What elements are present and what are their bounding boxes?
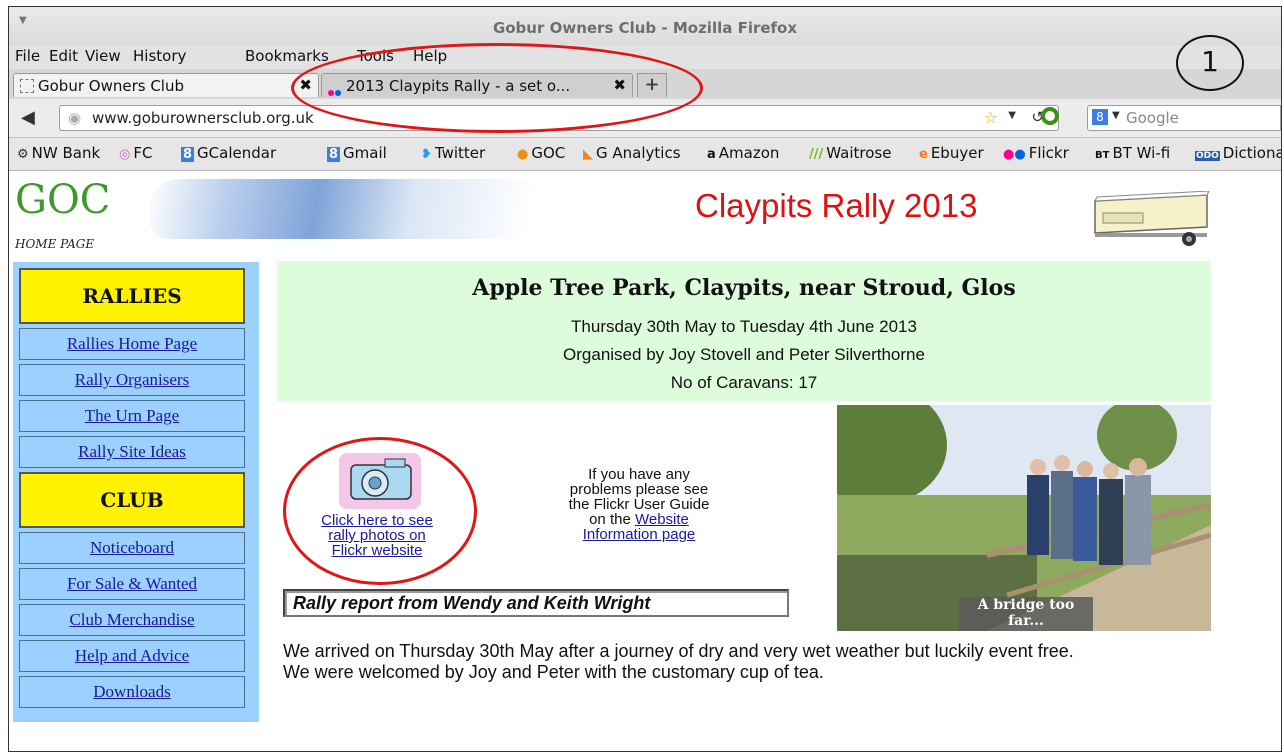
logo-text: GOC (15, 177, 111, 223)
sidebar-link-club-merchandise[interactable]: Club Merchandise (19, 604, 245, 636)
menu-edit[interactable]: Edit (49, 47, 78, 65)
tab-gobur-owners-club[interactable]: Gobur Owners Club ✖ (13, 73, 319, 97)
report-title: Rally report from Wendy and Keith Wright (283, 589, 789, 617)
information-page-link[interactable]: Information page (583, 526, 696, 543)
fc-icon: ◎ (119, 147, 131, 162)
logo-subtitle: HOME PAGE (15, 237, 95, 251)
bookmark-waitrose[interactable]: ///Waitrose (809, 144, 891, 162)
menu-tools[interactable]: Tools (357, 47, 394, 65)
bookmark-star-icon[interactable]: ☆ (984, 108, 998, 127)
sidebar-link-downloads[interactable]: Downloads (19, 676, 245, 708)
google-icon: 8 (181, 147, 195, 162)
menu-history[interactable]: History (133, 47, 186, 65)
menu-bookmarks[interactable]: Bookmarks (245, 47, 329, 65)
rally-organisers: Organised by Joy Stovell and Peter Silve… (563, 345, 925, 364)
sidebar-heading-rallies: RALLIES (19, 268, 245, 324)
bookmark-fc[interactable]: ◎ FC (119, 144, 152, 162)
menu-view[interactable]: View (85, 47, 121, 65)
search-engine-dropdown-icon[interactable]: ▼ (1112, 110, 1120, 121)
tab-label: 2013 Claypits Rally - a set o... (346, 77, 571, 95)
rally-dates: Thursday 30th May to Tuesday 4th June 20… (571, 317, 917, 336)
globe-icon: ◉ (68, 109, 82, 127)
photo-caption: A bridge too far... (959, 597, 1093, 631)
flickr-icon: ●● (1003, 147, 1026, 162)
report-paragraph: We were welcomed by Joy and Peter with t… (283, 662, 824, 682)
rally-location-heading: Apple Tree Park, Claypits, near Stroud, … (472, 275, 1016, 301)
rally-report-text: We arrived on Thursday 30th May after a … (283, 641, 1213, 683)
banner-title: Claypits Rally 2013 (695, 187, 978, 224)
analytics-icon: ◣ (583, 147, 593, 162)
bridge-photo: A bridge too far... (837, 405, 1211, 631)
search-placeholder: Google (1126, 109, 1179, 127)
report-paragraph: We arrived on Thursday 30th May after a … (283, 641, 1074, 661)
menu-bar: File Edit View History Bookmarks Tools H… (9, 45, 1281, 69)
bookmark-bt-wifi[interactable]: BT BT Wi-fi (1095, 144, 1170, 162)
sidebar-link-rallies-home[interactable]: Rallies Home Page (19, 328, 245, 360)
dropdown-arrow-icon[interactable]: ▼ (1008, 110, 1016, 121)
caravan-count: No of Caravans: 17 (670, 373, 818, 392)
bookmark-amazon[interactable]: a Amazon (707, 144, 779, 162)
bookmark-dictionary[interactable]: ODO Dictiona (1195, 144, 1281, 162)
blank-page-icon (20, 79, 34, 93)
google-icon: 8 (1092, 109, 1108, 125)
close-tab-icon[interactable]: ✖ (613, 76, 626, 94)
tab-claypits-rally[interactable]: 2013 Claypits Rally - a set o... ✖ (321, 73, 633, 97)
bookmark-ebuyer[interactable]: e Ebuyer (919, 144, 984, 162)
dictionary-icon: ODO (1195, 151, 1220, 161)
sky-banner-image (149, 179, 569, 239)
web-page: GOC HOME PAGE Claypits Rally 2013 RALLIE… (9, 171, 1281, 751)
goc-home-logo[interactable]: GOC HOME PAGE (13, 177, 143, 259)
bt-icon: BT (1095, 150, 1110, 161)
nwbank-icon: ⚙ (17, 147, 29, 162)
search-box[interactable]: 8 ▼ Google (1087, 105, 1281, 131)
tab-label: Gobur Owners Club (38, 77, 184, 95)
addon-ring-icon[interactable] (1041, 107, 1059, 125)
sidebar-heading-club: CLUB (19, 472, 245, 528)
bookmark-twitter[interactable]: ❥ Twitter (421, 144, 485, 162)
rally-info-box: Apple Tree Park, Claypits, near Stroud, … (277, 261, 1211, 401)
title-bar: ▼ Gobur Owners Club - Mozilla Firefox (9, 7, 1281, 45)
new-tab-button[interactable]: + (637, 73, 667, 97)
back-arrow-icon[interactable]: ◀ (21, 107, 35, 128)
sidebar-link-noticeboard[interactable]: Noticeboard (19, 532, 245, 564)
waitrose-icon: /// (809, 147, 824, 162)
step-number-annotation: 1 (1176, 35, 1244, 91)
browser-window: ▼ Gobur Owners Club - Mozilla Firefox Fi… (8, 6, 1282, 752)
bookmark-flickr[interactable]: ●● Flickr (1003, 144, 1069, 162)
twitter-icon: ❥ (421, 147, 432, 162)
sidebar-link-rally-site-ideas[interactable]: Rally Site Ideas (19, 436, 245, 468)
navigation-bar: ◀ ◉ www.goburownersclub.org.uk ☆ ▼ ↺ 8 ▼… (9, 99, 1281, 138)
bookmark-nw-bank[interactable]: ⚙ NW Bank (17, 144, 100, 162)
flickr-photos-link[interactable]: Click here to see rally photos on Flickr… (307, 457, 447, 558)
bookmark-gcalendar[interactable]: 8 GCalendar (181, 144, 276, 162)
sidebar-link-rally-organisers[interactable]: Rally Organisers (19, 364, 245, 396)
sidebar-link-urn-page[interactable]: The Urn Page (19, 400, 245, 432)
amazon-icon: a (707, 147, 716, 162)
bookmarks-toolbar: ⚙ NW Bank ◎ FC 8 GCalendar 8 Gmail ❥ Twitter … (9, 138, 1281, 171)
bookmark-gmail[interactable]: 8 Gmail (327, 144, 387, 162)
sidebar-link-help-advice[interactable]: Help and Advice (19, 640, 245, 672)
window-title: Gobur Owners Club - Mozilla Firefox (492, 19, 798, 37)
menu-help[interactable]: Help (413, 47, 447, 65)
sidebar-nav: RALLIES Rallies Home Page Rally Organise… (13, 262, 259, 722)
flickr-icon (328, 82, 342, 100)
bookmark-goc[interactable]: ● GOC (517, 144, 565, 162)
url-bar[interactable]: ◉ www.goburownersclub.org.uk ☆ ▼ ↺ (59, 105, 1059, 131)
url-text: www.goburownersclub.org.uk (92, 109, 314, 127)
ebuyer-icon: e (919, 147, 928, 162)
close-tab-icon[interactable]: ✖ (299, 76, 312, 94)
sidebar-link-for-sale[interactable]: For Sale & Wanted (19, 568, 245, 600)
caravan-image (1094, 191, 1210, 246)
bookmark-g-analytics[interactable]: ◣ G Analytics (583, 144, 681, 162)
flickr-help-note: If you have any problems please see the … (568, 466, 710, 543)
tab-strip: Gobur Owners Club ✖ 2013 Claypits Rally … (9, 69, 1281, 100)
menu-file[interactable]: File (15, 47, 40, 65)
google-icon: 8 (327, 147, 341, 162)
goc-icon: ● (517, 147, 529, 162)
